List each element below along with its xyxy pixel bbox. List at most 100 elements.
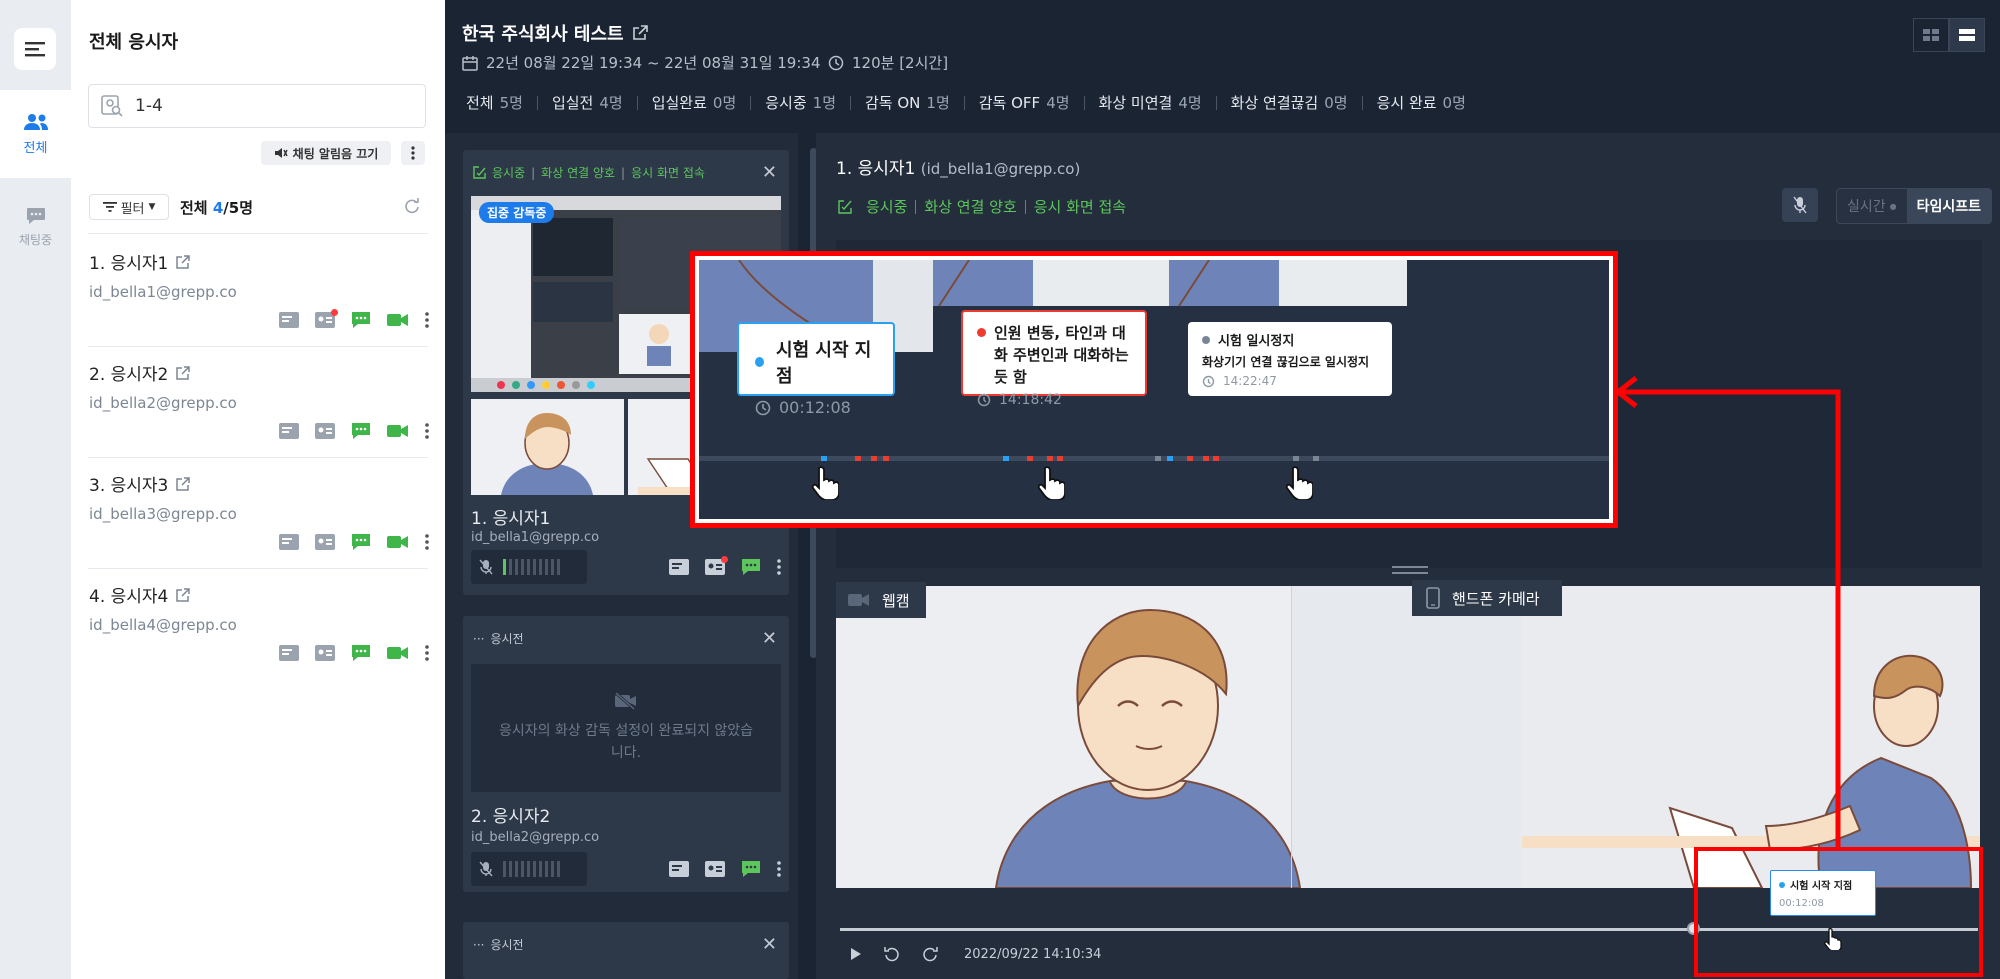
kebab-icon[interactable] [425, 312, 429, 328]
close-icon[interactable]: ✕ [762, 934, 777, 955]
grid-layout-button[interactable] [1913, 18, 1949, 52]
chat-icon[interactable] [351, 533, 371, 551]
rewind-icon[interactable] [884, 946, 900, 962]
video-camera-icon[interactable] [387, 313, 409, 327]
candidate-name[interactable]: 3. 응시자3 [89, 471, 191, 496]
id-card-icon[interactable] [705, 861, 725, 877]
note-icon[interactable] [669, 559, 689, 575]
play-icon[interactable] [850, 947, 862, 961]
stat-item[interactable]: 응시 완료 0명 [1377, 92, 1466, 113]
close-icon[interactable]: ✕ [762, 162, 777, 183]
external-link-icon[interactable] [176, 254, 191, 269]
refresh-icon[interactable] [404, 198, 420, 214]
video-camera-icon[interactable] [387, 535, 409, 549]
candidate-name[interactable]: 4. 응시자4 [89, 582, 191, 607]
chat-icon[interactable] [741, 860, 761, 878]
stat-value: 4명 [599, 94, 623, 112]
layout-switcher [1913, 18, 1985, 52]
marker-alert[interactable] [1187, 456, 1193, 461]
candidate-item[interactable]: 2. 응시자2 id_bella2@grepp.co [89, 360, 429, 470]
marker-alert[interactable] [1213, 456, 1219, 461]
candidate-name[interactable]: 2. 응시자2 [89, 360, 191, 385]
id-card-icon[interactable] [315, 309, 338, 328]
candidate-card-2[interactable]: ··· 응시전 ✕ 응시자의 화상 감독 설정이 완료되지 않았습니다. 2. 응… [463, 616, 789, 892]
kebab-icon[interactable] [777, 559, 781, 575]
id-card-icon[interactable] [315, 645, 335, 661]
chat-mute-button[interactable]: 채팅 알림음 끄기 [261, 141, 391, 165]
id-card-icon[interactable] [315, 534, 335, 550]
rail-tab-chat[interactable]: 채팅중 [0, 192, 71, 262]
marker-alert[interactable] [1027, 456, 1033, 461]
marker-alert[interactable] [1057, 456, 1063, 461]
marker-start[interactable] [821, 456, 827, 461]
stat-item[interactable]: 전체 5명 [466, 92, 523, 113]
live-mode-button[interactable]: 실시간 ● [1837, 189, 1907, 223]
kebab-icon[interactable] [425, 534, 429, 550]
kebab-icon[interactable] [425, 423, 429, 439]
candidate-item[interactable]: 4. 응시자4 id_bella4@grepp.co [89, 582, 429, 692]
marker-start[interactable] [1167, 456, 1173, 461]
menu-button[interactable] [14, 28, 56, 70]
external-link-icon[interactable] [176, 365, 191, 380]
video-camera-icon[interactable] [387, 424, 409, 438]
stat-item[interactable]: 입실전 4명 [552, 92, 623, 113]
chat-icon[interactable] [351, 311, 371, 329]
stat-item[interactable]: 입실완료 0명 [652, 92, 737, 113]
stat-item[interactable]: 감독 ON 1명 [865, 92, 950, 113]
candidate-card-3[interactable]: ··· 응시전 ✕ [463, 922, 789, 979]
divider [88, 568, 428, 569]
marker-alert[interactable] [871, 456, 877, 461]
forward-icon[interactable] [922, 946, 938, 962]
stat-label: 응시중 [765, 94, 807, 112]
note-icon[interactable] [279, 534, 299, 550]
stat-item[interactable]: 화상 미연결 4명 [1099, 92, 1202, 113]
chat-icon[interactable] [741, 558, 761, 576]
rail-tab-all[interactable]: 전체 [0, 90, 71, 178]
note-icon[interactable] [279, 312, 299, 328]
mic-off-icon[interactable] [479, 861, 493, 877]
external-link-icon[interactable] [632, 25, 648, 41]
note-icon[interactable] [279, 645, 299, 661]
marker-alert[interactable] [1047, 456, 1053, 461]
external-link-icon[interactable] [176, 587, 191, 602]
chat-icon[interactable] [351, 644, 371, 662]
list-more-button[interactable] [401, 141, 425, 165]
stat-item[interactable]: 감독 OFF 4명 [979, 92, 1070, 113]
note-icon[interactable] [669, 861, 689, 877]
id-card-icon[interactable] [315, 423, 335, 439]
kebab-icon[interactable] [777, 861, 781, 877]
candidate-item[interactable]: 1. 응시자1 id_bella1@grepp.co [89, 249, 429, 359]
marker-alert[interactable] [855, 456, 861, 461]
candidate-name[interactable]: 1. 응시자1 [89, 249, 191, 274]
marker-pause[interactable] [1313, 456, 1319, 461]
mic-toggle-button[interactable] [1782, 188, 1818, 222]
focus-layout-button[interactable] [1949, 18, 1985, 52]
exam-date-text: 22년 08월 22일 19:34 ~ 22년 08월 31일 19:34 [486, 54, 821, 72]
mic-off-icon[interactable] [479, 559, 493, 575]
timeshift-mode-button[interactable]: 타임시프트 [1906, 189, 1992, 223]
id-card-icon[interactable] [705, 556, 728, 575]
marker-start[interactable] [1003, 456, 1009, 461]
exam-title-text: 한국 주식회사 테스트 [462, 24, 624, 45]
marker-alert[interactable] [1203, 456, 1209, 461]
video-camera-icon[interactable] [387, 646, 409, 660]
marker-pause[interactable] [1293, 456, 1299, 461]
webcam-thumbnail[interactable] [471, 399, 624, 495]
marker-alert[interactable] [883, 456, 889, 461]
chat-icon[interactable] [351, 422, 371, 440]
tooltip-start: 시험 시작 지점 00:12:08 [737, 322, 895, 417]
stat-item[interactable]: 응시중 1명 [765, 92, 836, 113]
tooltip-pause-title: 시험 일시정지 [1218, 334, 1295, 349]
filter-button[interactable]: 필터 ▼ [89, 194, 169, 220]
external-link-icon[interactable] [176, 476, 191, 491]
kebab-icon[interactable] [425, 645, 429, 661]
marker-pause[interactable] [1155, 456, 1161, 461]
stat-item[interactable]: 화상 연결끊김 0명 [1231, 92, 1348, 113]
mini-tooltip: 시험 시작 지점 00:12:08 [1770, 870, 1876, 916]
close-icon[interactable]: ✕ [762, 628, 777, 649]
zoom-annotation: 시험 시작 지점 00:12:08 인원 변동, 타인과 대화 주변인과 대화하… [690, 251, 1618, 528]
search-input[interactable]: 1-4 [88, 84, 426, 128]
resize-handle[interactable] [1392, 566, 1428, 574]
note-icon[interactable] [279, 423, 299, 439]
candidate-item[interactable]: 3. 응시자3 id_bella3@grepp.co [89, 471, 429, 581]
